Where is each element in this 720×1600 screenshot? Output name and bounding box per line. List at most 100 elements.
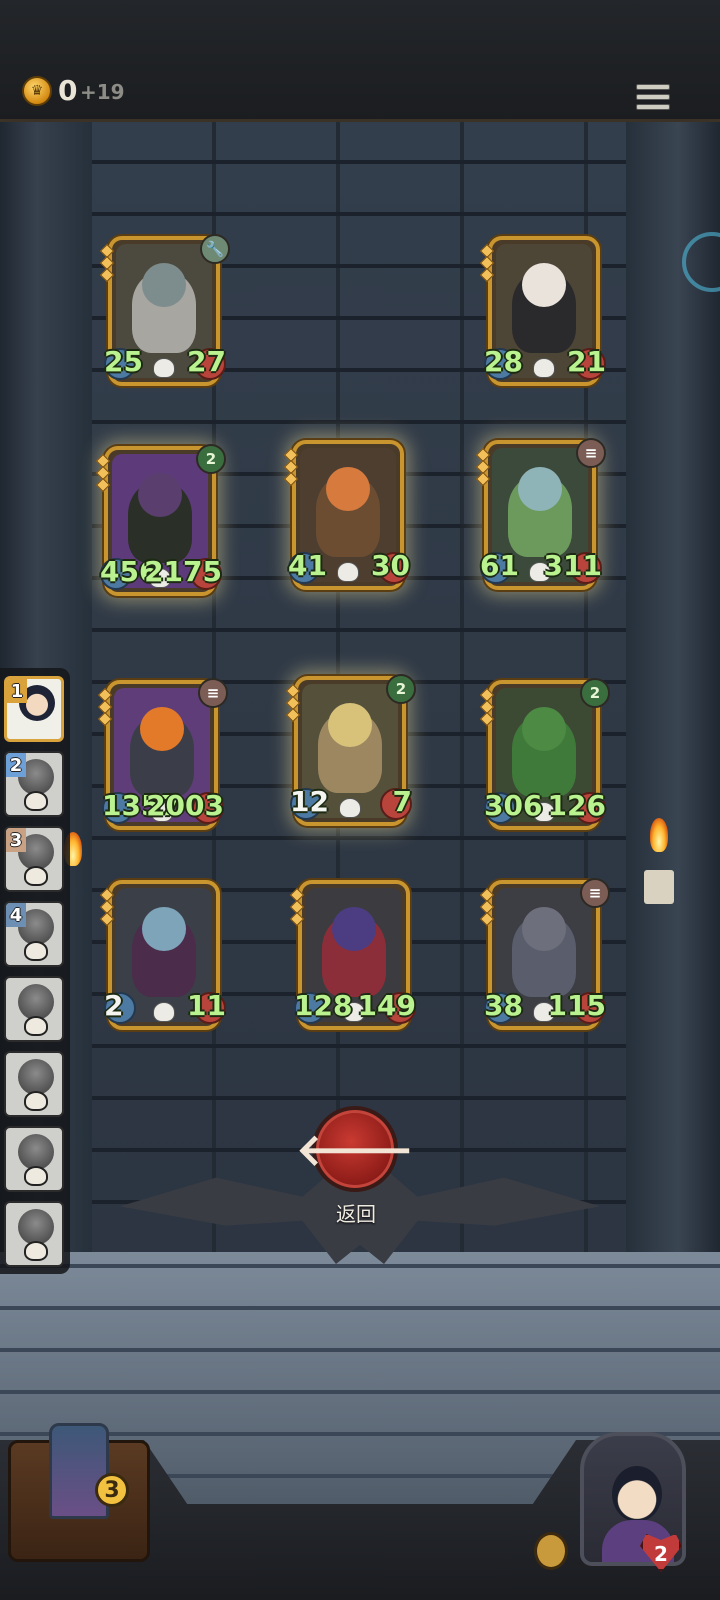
minion-card[interactable]: 🔧 25 27 xyxy=(99,234,230,386)
minion-card[interactable]: 2 306 126 xyxy=(479,678,610,830)
minion-health: 2003 xyxy=(146,789,224,822)
minion-attack: 128 xyxy=(294,989,353,1022)
rank-badge: 3 xyxy=(6,828,26,852)
minion-attack: 61 xyxy=(480,549,519,582)
opponent-slot[interactable] xyxy=(4,1126,64,1192)
skull-icon xyxy=(24,1166,48,1186)
minion-health: 126 xyxy=(547,789,606,822)
arrow-left-icon: 🡐 xyxy=(296,1125,414,1176)
torch-flame-icon xyxy=(650,818,668,852)
minion-card[interactable]: 128 149 xyxy=(289,880,416,1030)
skull-icon xyxy=(533,358,555,378)
minion-health: 149 xyxy=(357,989,416,1022)
shield-icon[interactable] xyxy=(534,1532,568,1570)
gem-ornament-icon xyxy=(95,453,111,493)
rank-badge: 4 xyxy=(6,903,26,927)
skull-icon xyxy=(153,358,175,378)
minion-attack: 28 xyxy=(484,345,523,378)
opponent-slot[interactable]: 2 xyxy=(4,751,64,817)
claw-tribe-icon: ≡ xyxy=(576,438,606,468)
minion-card[interactable]: ≡ 61 311 xyxy=(475,438,606,590)
gem-ornament-icon xyxy=(97,687,113,727)
opponent-slot[interactable] xyxy=(4,1201,64,1267)
top-status-bar: ♛ 0 +19 xyxy=(0,0,720,122)
skull-icon xyxy=(24,1091,48,1111)
minion-attack: 38 xyxy=(484,989,523,1022)
gem-ornament-icon xyxy=(99,243,115,283)
candle-holder xyxy=(644,870,674,904)
minion-head-icon xyxy=(142,906,186,951)
minion-health: 7 xyxy=(392,785,412,818)
claw-tribe-icon: ≡ xyxy=(198,678,228,708)
opponent-slot[interactable]: 3 xyxy=(4,826,64,892)
rank-badge: 2 xyxy=(6,753,26,777)
gem-ornament-icon xyxy=(289,887,305,927)
minion-card[interactable]: ≡ 38 115 xyxy=(479,878,610,1030)
skull-icon xyxy=(153,1002,175,1022)
skull-icon xyxy=(24,866,48,886)
gold-income: +19 xyxy=(80,80,125,104)
wrench-tribe-icon: 🔧 xyxy=(200,234,230,264)
tier-badge: 2 xyxy=(196,444,226,474)
minion-head-icon xyxy=(332,906,376,951)
menu-bar-icon xyxy=(636,94,670,100)
minion-health: 311 xyxy=(543,549,602,582)
skull-icon xyxy=(339,798,361,818)
gem-ornament-icon xyxy=(479,243,495,283)
opponent-slot[interactable] xyxy=(4,976,64,1042)
skull-icon xyxy=(24,1241,48,1261)
gem-ornament-icon xyxy=(479,887,495,927)
opponent-portrait xyxy=(18,1134,54,1170)
minion-attack: 25 xyxy=(104,345,143,378)
menu-bar-icon xyxy=(636,84,670,90)
minion-head-icon xyxy=(138,472,182,517)
minion-card[interactable]: 2 11 xyxy=(99,880,226,1030)
minion-card[interactable]: ≡ 1357 2003 xyxy=(97,678,228,830)
opponent-portrait xyxy=(18,984,54,1020)
minion-card[interactable]: 41 30 xyxy=(283,440,410,590)
opponent-slot[interactable]: 1 xyxy=(4,676,64,742)
minion-health: 27 xyxy=(187,345,226,378)
menu-button[interactable] xyxy=(636,80,670,114)
minion-head-icon xyxy=(522,706,566,751)
opponent-portrait xyxy=(18,1059,54,1095)
gem-ornament-icon xyxy=(99,887,115,927)
hero-face xyxy=(612,1466,662,1522)
minion-head-icon xyxy=(522,906,566,951)
minion-attack: 41 xyxy=(288,549,327,582)
gem-ornament-icon xyxy=(285,683,301,723)
opponent-slot[interactable]: 4 xyxy=(4,901,64,967)
claw-tribe-icon: ≡ xyxy=(580,878,610,908)
deck-card-art xyxy=(49,1423,109,1519)
minion-attack: 2 xyxy=(104,989,124,1022)
minion-health: 115 xyxy=(547,989,606,1022)
minion-card[interactable]: 2 12 7 xyxy=(285,674,416,826)
minion-attack: 12 xyxy=(290,785,329,818)
tier-badge: 2 xyxy=(386,674,416,704)
tavern-deck[interactable]: 3 xyxy=(8,1423,150,1562)
skull-icon xyxy=(24,791,48,811)
skull-icon xyxy=(24,941,48,961)
minion-card[interactable]: 28 21 xyxy=(479,236,606,386)
skull-icon xyxy=(24,1016,48,1036)
minion-attack: 306 xyxy=(484,789,543,822)
minion-health: 21 xyxy=(567,345,606,378)
minion-head-icon xyxy=(328,702,372,747)
deck-count-badge: 3 xyxy=(95,1473,129,1507)
skull-icon xyxy=(337,562,359,582)
minion-head-icon xyxy=(142,262,186,307)
gold-coin-icon: ♛ xyxy=(22,76,52,106)
opponent-slot[interactable] xyxy=(4,1051,64,1117)
return-button[interactable]: 🡐 xyxy=(296,1106,414,1192)
gem-ornament-icon xyxy=(283,447,299,487)
opponent-sidebar: 1 2 3 4 xyxy=(0,668,70,1274)
minion-head-icon xyxy=(522,262,566,307)
minion-card[interactable]: 2 456 2175 xyxy=(95,444,226,596)
minion-health: 11 xyxy=(187,989,226,1022)
minion-head-icon xyxy=(518,466,562,511)
minion-head-icon xyxy=(326,466,370,511)
minion-health: 2175 xyxy=(144,555,222,588)
menu-bar-icon xyxy=(636,104,670,110)
return-label: 返回 xyxy=(336,1202,376,1226)
rank-badge: 1 xyxy=(7,679,27,703)
